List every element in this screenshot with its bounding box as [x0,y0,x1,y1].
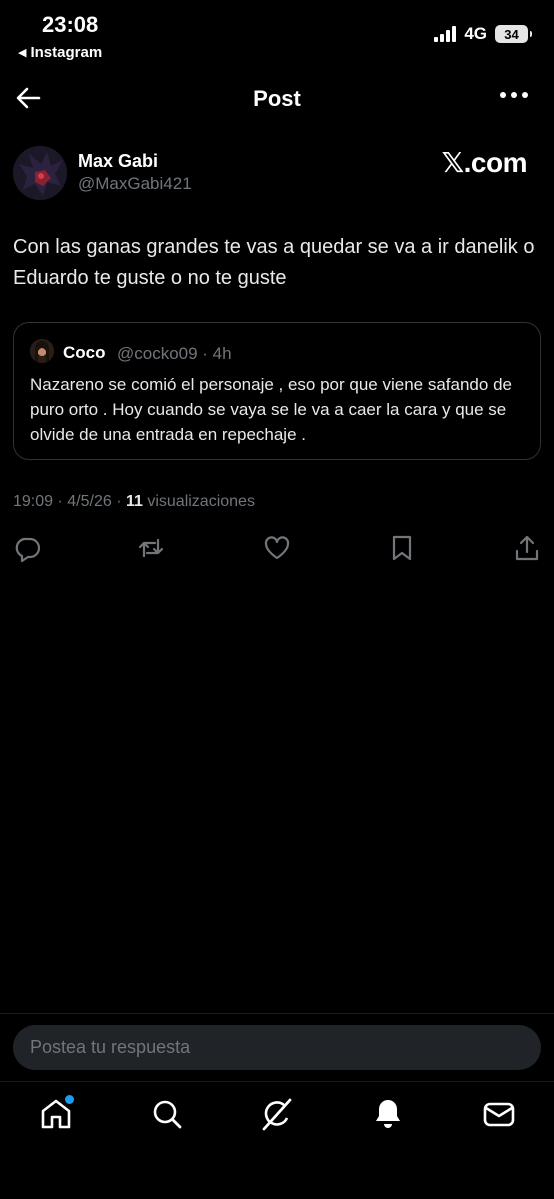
signal-icon [434,26,457,42]
status-time: 23:08 [42,12,99,37]
page-title: Post [253,86,301,111]
quote-avatar [30,339,54,363]
status-indicators: 4G 34 [434,24,532,44]
back-to-app-link[interactable]: ◀ Instagram [18,44,102,61]
quote-author-handle: @cocko09 · 4h [117,344,232,363]
bookmark-icon[interactable] [388,534,416,562]
divider [0,1013,554,1014]
share-icon[interactable] [513,534,541,562]
notification-dot [65,1095,74,1104]
bottom-nav [0,1095,554,1140]
more-options-icon[interactable] [500,92,528,98]
quote-author-name: Coco [63,343,106,362]
reply-icon[interactable] [13,534,41,562]
post-actions [13,534,543,564]
battery-level: 34 [504,26,519,42]
nav-grok[interactable] [259,1096,295,1132]
quote-text: Nazareno se comió el personaje , eso por… [30,375,512,444]
retweet-icon[interactable] [137,534,165,562]
post-timestamp: 19:09 · 4/5/26 · [13,493,126,510]
nav-messages[interactable] [481,1096,517,1132]
back-triangle-icon: ◀ [18,47,27,59]
notifications-icon [376,1100,400,1128]
views-count[interactable]: 11 [126,493,143,510]
avatar-image [13,146,67,200]
nav-notifications[interactable] [370,1096,406,1132]
divider [0,1081,554,1082]
author-avatar[interactable] [13,146,67,200]
quoted-post[interactable]: Coco @cocko09 · 4h Nazareno se comió el … [13,322,541,460]
messages-icon [483,1102,515,1127]
reply-input[interactable] [13,1025,541,1070]
back-app-label: Instagram [30,44,103,61]
nav-search[interactable] [149,1096,185,1132]
author-handle[interactable]: @MaxGabi421 [78,174,192,194]
like-icon[interactable] [263,534,291,562]
network-label: 4G [464,24,487,43]
grok-icon [262,1098,292,1131]
post-text: Con las ganas grandes te vas a quedar se… [13,236,535,289]
views-label: visualizaciones [142,493,255,510]
nav-home[interactable] [38,1095,74,1132]
reply-box[interactable] [13,1025,541,1070]
post-meta: 19:09 · 4/5/26 · 11 visualizaciones [13,493,255,511]
search-icon [153,1100,182,1129]
x-watermark: 𝕏.com [441,147,528,178]
author-name[interactable]: Max Gabi [78,151,158,172]
battery-icon: 34 [495,25,532,43]
